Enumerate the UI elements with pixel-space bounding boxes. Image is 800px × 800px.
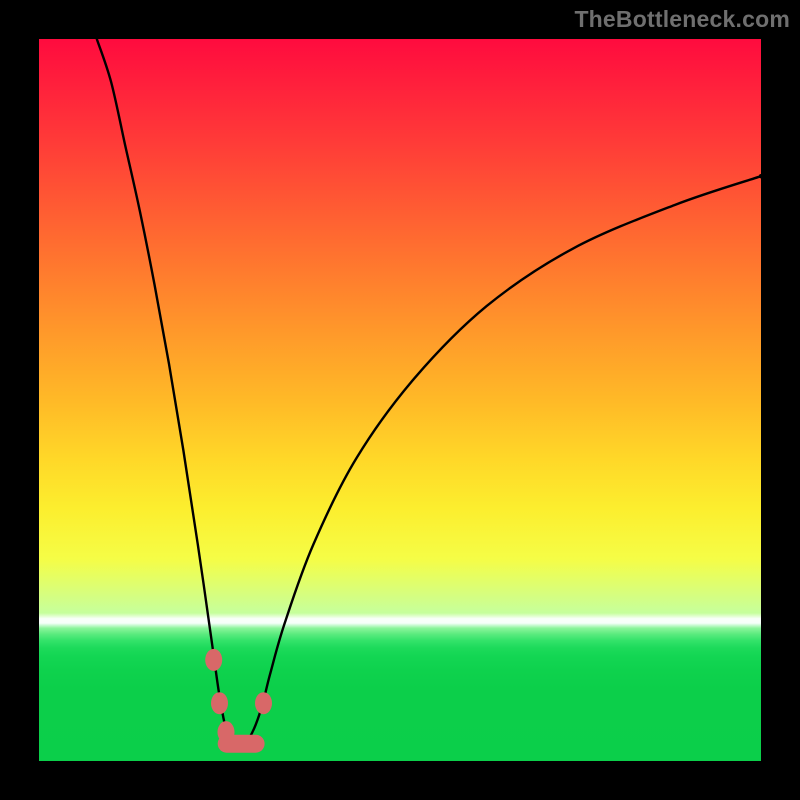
chart-frame: TheBottleneck.com (0, 0, 800, 800)
right-marker-1 (255, 692, 272, 714)
attribution-label: TheBottleneck.com (574, 6, 790, 33)
bottleneck-curve (97, 39, 761, 748)
left-marker-1 (205, 649, 222, 671)
plot-area (39, 39, 761, 761)
curve-group (97, 39, 761, 748)
left-marker-3 (218, 721, 235, 743)
left-marker-2 (211, 692, 228, 714)
marker-group (205, 174, 761, 744)
chart-svg (39, 39, 761, 761)
